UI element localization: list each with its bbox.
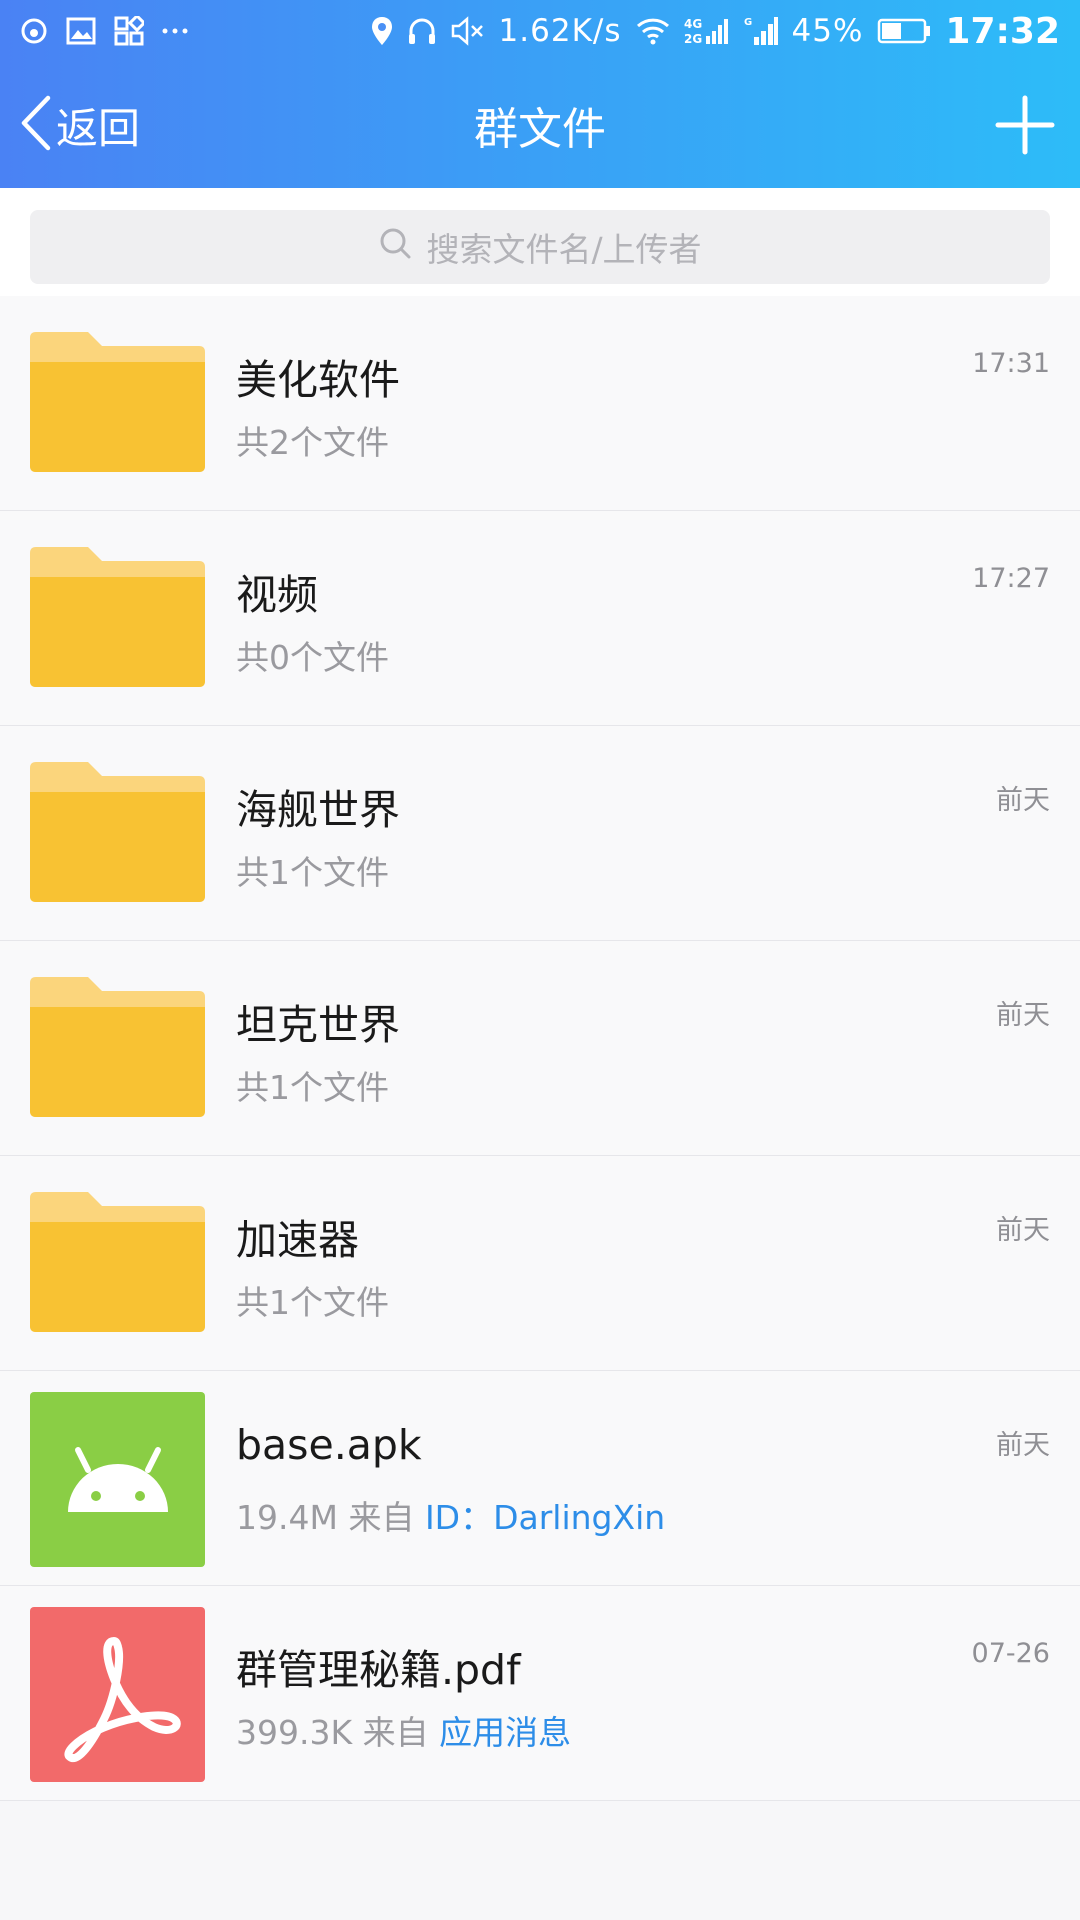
from-label: 来自 <box>362 1713 429 1752</box>
battery-percent: 45% <box>791 13 864 49</box>
item-meta: 19.4M 来自 ID：DarlingXin <box>236 1491 665 1539</box>
folder-icon <box>30 1192 205 1367</box>
more-icon <box>162 26 188 36</box>
item-file-count: 共0个文件 <box>236 638 389 677</box>
item-file-count: 共1个文件 <box>236 853 389 892</box>
back-label: 返回 <box>56 103 141 153</box>
item-name: 坦克世界 <box>236 1001 400 1049</box>
list-item[interactable]: base.apk 19.4M 来自 ID：DarlingXin 前天 <box>0 1371 1080 1586</box>
notification-icon <box>20 17 48 45</box>
status-bar: 1.62K/s 4G 2G G 45% 17:32 <box>0 0 1080 62</box>
headphone-icon <box>407 16 437 46</box>
search-placeholder: 搜索文件名/上传者 <box>426 230 702 269</box>
android-icon <box>30 1392 205 1567</box>
item-meta: 399.3K 来自 应用消息 <box>236 1706 571 1754</box>
item-name: 视频 <box>236 571 318 619</box>
item-time: 17:31 <box>972 348 1050 379</box>
search-icon <box>378 226 412 268</box>
item-file-count: 共1个文件 <box>236 1068 389 1107</box>
item-time: 前天 <box>996 1430 1050 1461</box>
list-item[interactable]: 视频 共0个文件 17:27 <box>0 511 1080 726</box>
clock: 17:32 <box>945 10 1060 52</box>
search-input[interactable]: 搜索文件名/上传者 <box>30 210 1050 284</box>
network-speed: 1.62K/s <box>498 13 622 49</box>
from-label: 来自 <box>348 1498 415 1537</box>
item-name: 群管理秘籍.pdf <box>236 1646 521 1694</box>
location-icon <box>371 16 393 46</box>
app-header: 返回 群文件 <box>0 62 1080 188</box>
plus-icon <box>995 95 1055 155</box>
item-time: 前天 <box>996 785 1050 816</box>
wifi-icon <box>636 17 670 45</box>
uploader-link[interactable]: 应用消息 <box>439 1713 571 1752</box>
list-item[interactable]: 加速器 共1个文件 前天 <box>0 1156 1080 1371</box>
svg-text:2G: 2G <box>684 32 702 46</box>
page-title: 群文件 <box>474 104 606 155</box>
uploader-link[interactable]: ID：DarlingXin <box>425 1498 665 1537</box>
folder-icon <box>30 332 205 507</box>
item-time: 前天 <box>996 1000 1050 1031</box>
item-name: 海舰世界 <box>236 786 400 834</box>
file-size: 19.4M <box>236 1498 338 1537</box>
item-time: 07-26 <box>971 1638 1050 1669</box>
add-button[interactable] <box>992 92 1058 158</box>
svg-text:4G: 4G <box>684 17 702 31</box>
chevron-left-icon <box>18 95 52 155</box>
item-file-count: 共2个文件 <box>236 423 389 462</box>
list-item[interactable]: 群管理秘籍.pdf 399.3K 来自 应用消息 07-26 <box>0 1586 1080 1801</box>
signal-icon: G <box>744 15 778 47</box>
gallery-icon <box>66 17 96 45</box>
list-item[interactable]: 美化软件 共2个文件 17:31 <box>0 296 1080 511</box>
pdf-icon <box>30 1607 205 1782</box>
svg-text:G: G <box>744 17 752 28</box>
item-file-count: 共1个文件 <box>236 1283 389 1322</box>
folder-icon <box>30 762 205 937</box>
app-icon <box>114 16 144 46</box>
item-name: 美化软件 <box>236 356 400 404</box>
network-type-icon: 4G 2G <box>684 16 730 46</box>
file-list: 美化软件 共2个文件 17:31 视频 共0个文件 17:27 海舰世界 共1个… <box>0 296 1080 1801</box>
item-name: 加速器 <box>236 1216 359 1264</box>
list-item[interactable]: 海舰世界 共1个文件 前天 <box>0 726 1080 941</box>
file-size: 399.3K <box>236 1713 353 1752</box>
item-time: 前天 <box>996 1215 1050 1246</box>
item-time: 17:27 <box>972 563 1050 594</box>
back-button[interactable]: 返回 <box>18 62 140 188</box>
folder-icon <box>30 547 205 722</box>
search-area: 搜索文件名/上传者 <box>0 188 1080 296</box>
mute-icon <box>451 16 485 46</box>
item-name: base.apk <box>236 1421 422 1469</box>
battery-icon <box>877 17 931 45</box>
list-item[interactable]: 坦克世界 共1个文件 前天 <box>0 941 1080 1156</box>
folder-icon <box>30 977 205 1152</box>
